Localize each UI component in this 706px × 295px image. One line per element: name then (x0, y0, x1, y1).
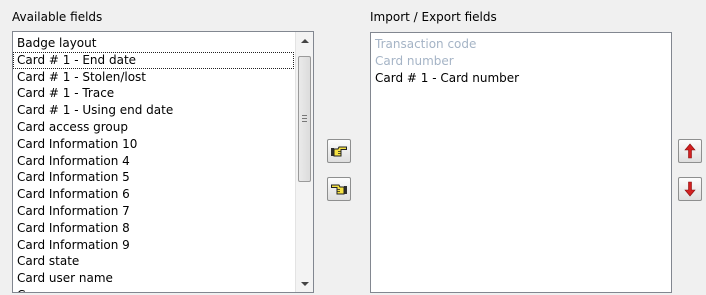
available-field-item[interactable]: Card Information 7 (13, 203, 294, 220)
available-field-item[interactable]: Card Information 5 (13, 169, 294, 186)
available-field-item[interactable]: Card state (13, 253, 294, 270)
thumb-grip-line (302, 121, 307, 122)
scrollbar-thumb[interactable] (298, 56, 311, 182)
import-export-fields-label: Import / Export fields (370, 10, 497, 24)
available-field-item[interactable]: Company (13, 287, 294, 292)
available-field-item[interactable]: Card user name (13, 270, 294, 287)
import-export-field-item[interactable]: Card number (371, 53, 671, 70)
available-field-item[interactable]: Card # 1 - End date (13, 51, 294, 69)
available-field-item[interactable]: Badge layout (13, 35, 294, 52)
import-export-fields-list[interactable]: Transaction code Card number Card # 1 - Ca… (370, 32, 672, 293)
available-field-item[interactable]: Card access group (13, 119, 294, 136)
thumb-grip-line (302, 118, 307, 119)
available-field-item[interactable]: Card Information 8 (13, 220, 294, 237)
remove-field-button[interactable] (327, 177, 351, 201)
available-fields-items: Badge layout Card # 1 - End date Card # 1 … (13, 35, 294, 292)
available-field-item[interactable]: Card Information 9 (13, 237, 294, 254)
import-export-field-item[interactable]: Transaction code (371, 36, 671, 53)
red-arrow-up-icon (684, 143, 696, 159)
move-down-button[interactable] (678, 177, 702, 201)
scroll-down-arrow-icon (300, 281, 309, 286)
import-export-fields-items: Transaction code Card number Card # 1 - Ca… (371, 36, 671, 86)
available-field-item[interactable]: Card # 1 - Stolen/lost (13, 69, 294, 86)
hand-pointing-left-icon (331, 184, 347, 195)
scroll-down-button[interactable] (296, 275, 313, 292)
available-fields-label: Available fields (12, 10, 103, 24)
scroll-up-arrow-icon (300, 38, 309, 43)
thumb-grip-line (302, 115, 307, 116)
available-field-item[interactable]: Card Information 6 (13, 186, 294, 203)
available-field-item[interactable]: Card # 1 - Using end date (13, 102, 294, 119)
available-fields-scrollbar[interactable] (295, 32, 313, 292)
available-field-item[interactable]: Card Information 10 (13, 136, 294, 153)
available-fields-list[interactable]: Badge layout Card # 1 - End date Card # 1 … (12, 31, 314, 293)
add-field-button[interactable] (327, 139, 351, 163)
move-up-button[interactable] (678, 139, 702, 163)
hand-pointing-right-icon (331, 146, 347, 157)
scroll-up-button[interactable] (296, 32, 313, 49)
available-field-item[interactable]: Card Information 4 (13, 153, 294, 170)
available-field-item[interactable]: Card # 1 - Trace (13, 85, 294, 102)
red-arrow-down-icon (684, 181, 696, 197)
import-export-field-item[interactable]: Card # 1 - Card number (371, 70, 671, 87)
